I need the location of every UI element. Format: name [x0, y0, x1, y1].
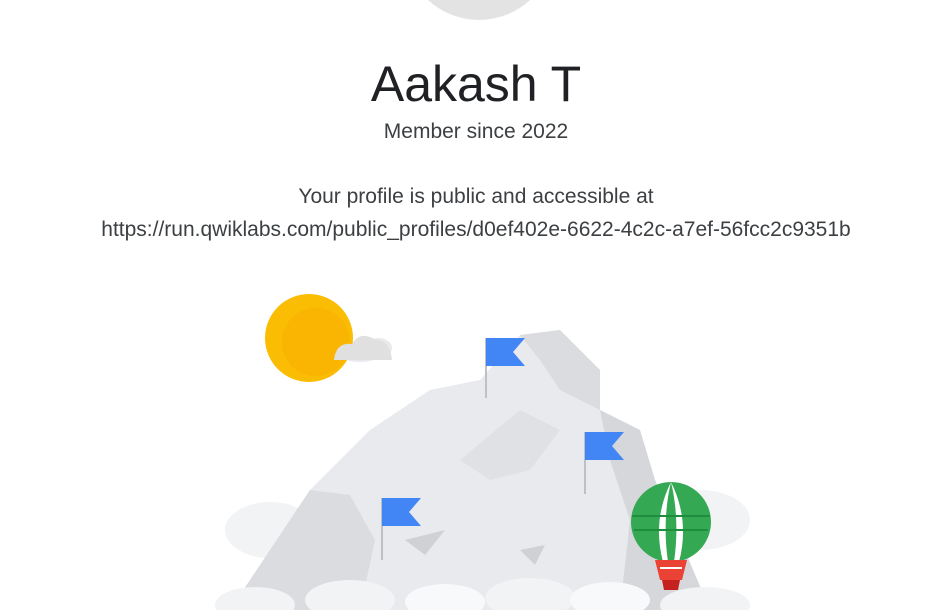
- sun-icon: [265, 294, 353, 382]
- public-profile-notice: Your profile is public and accessible at: [298, 185, 654, 208]
- member-since-text: Member since 2022: [383, 120, 569, 143]
- public-profile-url[interactable]: https://run.qwiklabs.com/public_profiles…: [0, 217, 952, 243]
- public-profile-page: Aakash T Member since 2022 Your profile …: [0, 0, 952, 610]
- mountain-flags-illustration: [215, 294, 750, 610]
- profile-name: Aakash T: [370, 56, 582, 112]
- avatar: [404, 0, 554, 20]
